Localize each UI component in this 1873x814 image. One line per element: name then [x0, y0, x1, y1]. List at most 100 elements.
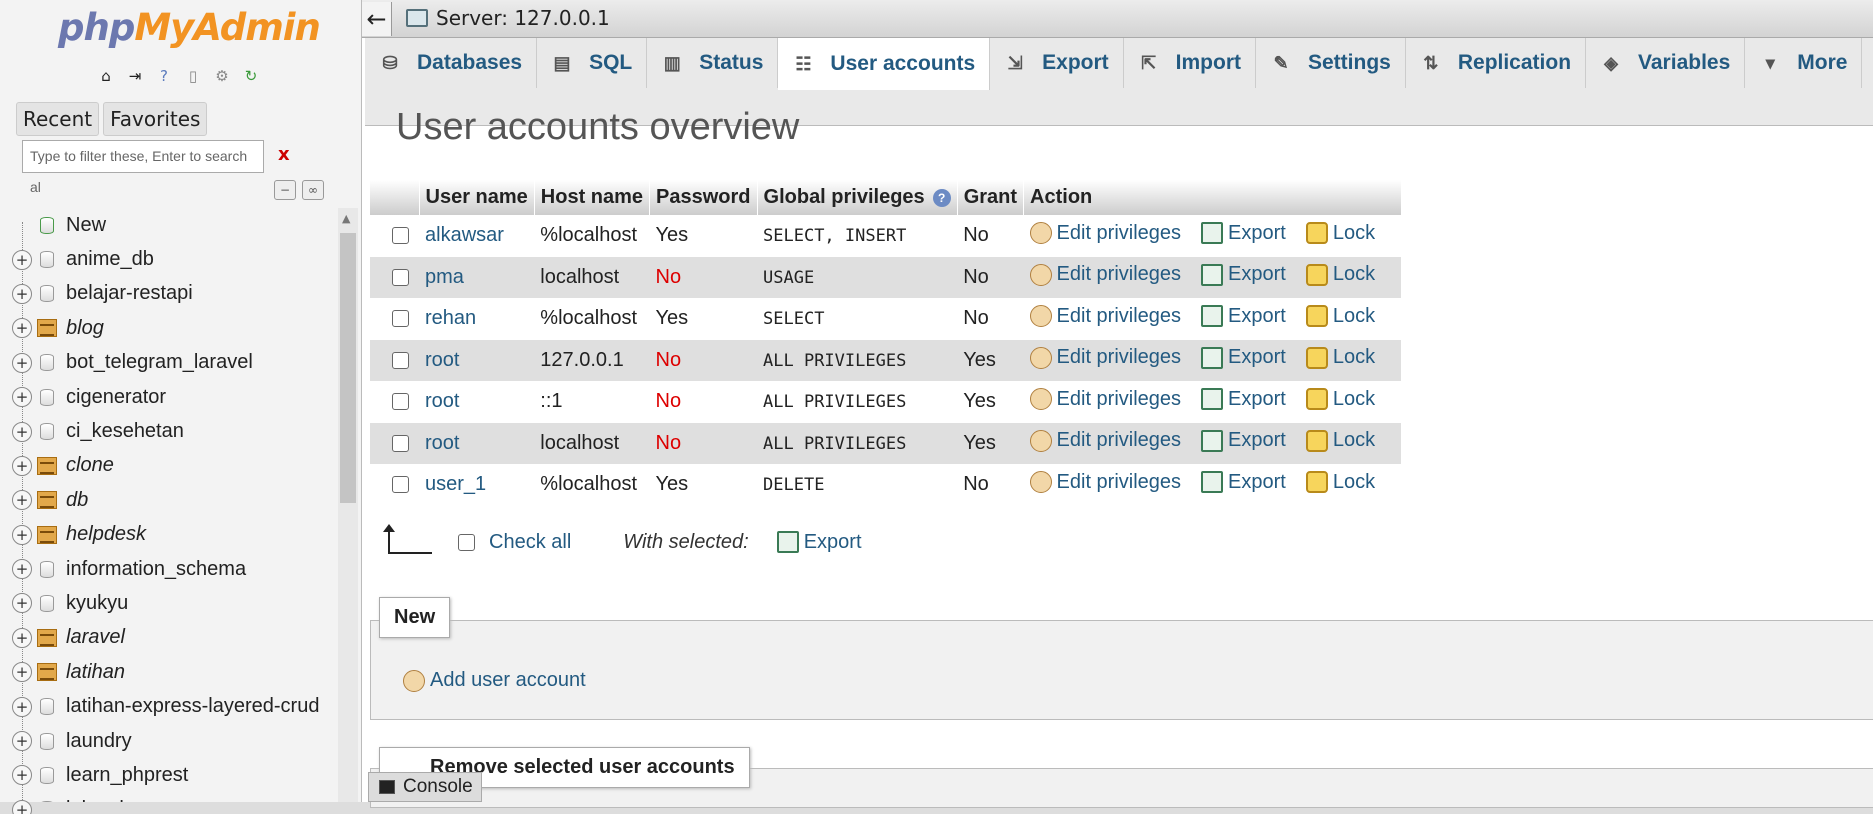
export-link[interactable]: Export: [1201, 305, 1286, 328]
database-name[interactable]: kyukyu: [66, 592, 128, 615]
expand-icon[interactable]: +: [12, 799, 32, 814]
expand-icon[interactable]: +: [12, 421, 32, 442]
database-tree-item[interactable]: New: [10, 208, 330, 242]
database-name[interactable]: laundry: [66, 730, 132, 753]
phpmyadmin-logo[interactable]: phpMyAdmin: [58, 6, 321, 49]
settings-icon[interactable]: ⚙: [210, 64, 234, 88]
database-name[interactable]: information_schema: [66, 558, 246, 581]
database-filter-input[interactable]: Type to filter these, Enter to search al: [22, 140, 264, 195]
tab-import[interactable]: ⇱ Import: [1124, 38, 1256, 88]
favorites-tab[interactable]: Favorites: [103, 102, 208, 136]
tab-more[interactable]: ▾ More: [1745, 38, 1863, 88]
expand-icon[interactable]: +: [12, 696, 32, 717]
user-name-cell[interactable]: alkawsar: [419, 215, 534, 257]
database-tree-item[interactable]: + helpdesk: [10, 518, 330, 552]
user-name-cell-text[interactable]: root: [425, 390, 459, 412]
tab-sql[interactable]: ▤ SQL: [537, 38, 648, 88]
header-grant[interactable]: Grant: [957, 180, 1025, 215]
header-user-name[interactable]: User name: [419, 180, 535, 215]
database-tree-item[interactable]: + belajar-restapi: [10, 277, 330, 311]
database-tree-item[interactable]: + anime_db: [10, 242, 330, 276]
database-name[interactable]: belajar-restapi: [66, 282, 193, 305]
database-name[interactable]: learn_phprest: [66, 764, 188, 787]
edit-privileges-link[interactable]: Edit privileges: [1029, 305, 1181, 328]
lock-link[interactable]: Lock: [1305, 346, 1375, 369]
scroll-up-icon[interactable]: ▲: [342, 212, 350, 225]
home-icon[interactable]: ⌂: [94, 64, 118, 88]
export-link[interactable]: Export: [1201, 346, 1286, 369]
lock-link[interactable]: Lock: [1305, 263, 1375, 286]
row-checkbox[interactable]: [392, 434, 409, 452]
user-name-cell-text[interactable]: rehan: [425, 307, 476, 329]
database-tree-item[interactable]: + laundry: [10, 724, 330, 758]
database-tree-item[interactable]: + cigenerator: [10, 380, 330, 414]
lock-link[interactable]: Lock: [1305, 388, 1375, 411]
user-name-cell-text[interactable]: alkawsar: [425, 224, 504, 246]
help-icon[interactable]: ?: [152, 64, 176, 88]
database-tree-item[interactable]: + latihan-express-layered-crud: [10, 689, 330, 723]
lock-link[interactable]: Lock: [1305, 429, 1375, 452]
database-name[interactable]: latihan: [66, 661, 125, 684]
documentation-icon[interactable]: ▯: [181, 64, 205, 88]
tab-status[interactable]: ▥ Status: [647, 38, 779, 88]
tab-export[interactable]: ⇲ Export: [990, 38, 1124, 88]
edit-privileges-link[interactable]: Edit privileges: [1029, 471, 1181, 494]
user-name-cell[interactable]: root: [419, 339, 535, 381]
expand-icon[interactable]: +: [12, 455, 32, 476]
database-name[interactable]: latihan-express-layered-crud: [66, 695, 319, 718]
expand-icon[interactable]: +: [12, 387, 32, 408]
export-link[interactable]: Export: [1201, 429, 1286, 452]
expand-icon[interactable]: +: [12, 249, 32, 270]
privileges-help-icon[interactable]: ?: [932, 188, 951, 207]
row-checkbox[interactable]: [392, 476, 409, 494]
lock-link[interactable]: Lock: [1305, 222, 1375, 245]
check-all-label[interactable]: Check all: [489, 531, 571, 554]
expand-icon[interactable]: +: [12, 318, 32, 339]
server-breadcrumb[interactable]: Server: 127.0.0.1: [406, 6, 610, 30]
console-toggle-button[interactable]: Console: [368, 772, 482, 802]
export-link[interactable]: Export: [1201, 388, 1286, 411]
user-name-cell-text[interactable]: root: [425, 349, 459, 371]
user-name-cell[interactable]: user_1: [419, 464, 534, 506]
expand-icon[interactable]: +: [12, 627, 32, 648]
database-tree-item[interactable]: + information_schema: [10, 552, 330, 586]
row-checkbox[interactable]: [392, 227, 409, 245]
row-checkbox[interactable]: [392, 393, 409, 411]
database-name[interactable]: blog: [66, 317, 104, 340]
database-tree-item[interactable]: + latihan: [10, 655, 330, 689]
expand-icon[interactable]: +: [12, 283, 32, 304]
expand-icon[interactable]: +: [12, 765, 32, 786]
filter-clear-button[interactable]: x: [278, 144, 290, 165]
edit-privileges-link[interactable]: Edit privileges: [1029, 346, 1181, 369]
edit-privileges-link[interactable]: Edit privileges: [1029, 388, 1181, 411]
database-tree-item[interactable]: + clone: [10, 449, 330, 483]
database-name[interactable]: cigenerator: [66, 386, 166, 409]
row-checkbox[interactable]: [392, 351, 409, 369]
database-name[interactable]: bot_telegram_laravel: [66, 351, 253, 374]
database-name[interactable]: New: [66, 214, 106, 237]
header-password[interactable]: Password: [649, 180, 758, 215]
row-checkbox[interactable]: [392, 310, 409, 328]
database-name[interactable]: ci_kesehetan: [66, 420, 184, 443]
database-tree-item[interactable]: + laravel: [10, 621, 330, 655]
user-name-cell-text[interactable]: root: [425, 432, 459, 454]
edit-privileges-link[interactable]: Edit privileges: [1029, 263, 1181, 286]
scroll-thumb[interactable]: [340, 233, 356, 503]
database-tree-item[interactable]: + learn_phprest: [10, 758, 330, 792]
logout-icon[interactable]: ⇥: [123, 64, 147, 88]
expand-icon[interactable]: +: [12, 559, 32, 580]
bulk-export-link[interactable]: Export: [776, 531, 862, 554]
database-name[interactable]: anime_db: [66, 248, 154, 271]
expand-icon[interactable]: +: [12, 352, 32, 373]
database-name[interactable]: laravel: [66, 626, 125, 649]
expand-icon[interactable]: +: [12, 524, 32, 545]
link-with-main-icon[interactable]: ∞: [302, 180, 324, 200]
user-name-cell[interactable]: rehan: [419, 298, 534, 340]
database-name[interactable]: helpdesk: [66, 523, 146, 546]
lock-link[interactable]: Lock: [1305, 305, 1375, 328]
add-user-account-link[interactable]: Add user account: [403, 669, 586, 692]
expand-icon[interactable]: +: [12, 662, 32, 683]
database-tree-item[interactable]: + db: [10, 483, 330, 517]
tab-settings[interactable]: ✎ Settings: [1256, 38, 1406, 88]
export-link[interactable]: Export: [1201, 471, 1286, 494]
